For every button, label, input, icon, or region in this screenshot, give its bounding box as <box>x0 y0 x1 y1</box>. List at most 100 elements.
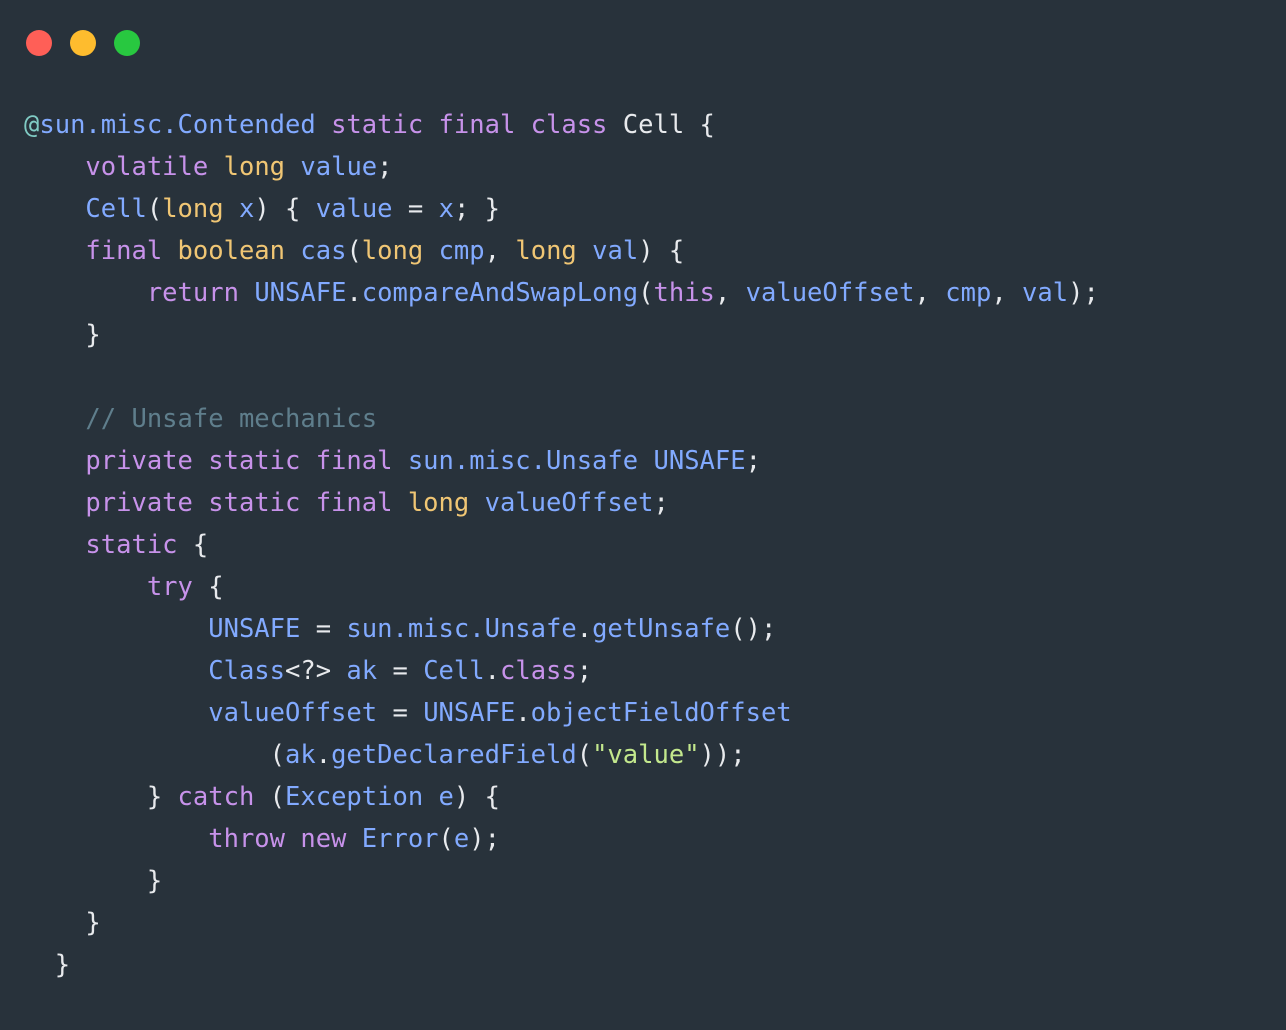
code-token: } <box>24 950 71 980</box>
code-token: ( <box>254 782 286 812</box>
maximize-button[interactable] <box>114 30 140 56</box>
code-token: cmp <box>438 236 485 266</box>
code-token: = <box>300 614 347 644</box>
code-token: getDeclaredField <box>331 740 577 770</box>
code-token: (); <box>730 614 777 644</box>
code-token: e <box>453 824 470 854</box>
close-button[interactable] <box>26 30 52 56</box>
code-line: private static final sun.misc.Unsafe UNS… <box>24 440 1262 482</box>
code-token: ( <box>269 740 285 770</box>
code-snippet-window: @sun.misc.Contended static final class C… <box>0 0 1286 1030</box>
code-token: x <box>238 194 255 224</box>
code-token: ( <box>346 236 362 266</box>
code-token: long <box>162 194 224 224</box>
code-token: { <box>684 110 715 140</box>
code-line: } <box>24 902 1262 944</box>
code-token: e <box>438 782 454 812</box>
code-token: { <box>177 530 209 560</box>
code-token: private static final <box>85 488 393 518</box>
code-token: // Unsafe mechanics <box>85 404 378 434</box>
code-token: } <box>24 782 178 812</box>
code-line: Cell(long x) { value = x; } <box>24 188 1262 230</box>
code-token: cas <box>300 236 347 266</box>
code-line: @sun.misc.Contended static final class C… <box>24 104 1262 146</box>
code-line: try { <box>24 566 1262 608</box>
code-token: = <box>392 194 439 224</box>
code-token: value <box>315 194 393 224</box>
code-token: ) { <box>453 782 500 812</box>
code-token: ( <box>576 740 593 770</box>
code-token: UNSAFE <box>254 278 347 308</box>
code-token: sun.misc.Unsafe <box>346 614 577 644</box>
code-line: (ak.getDeclaredField("value")); <box>24 734 1262 776</box>
code-token: val <box>592 236 639 266</box>
code-line: private static final long valueOffset; <box>24 482 1262 524</box>
code-line: static { <box>24 524 1262 566</box>
code-token: ( <box>146 194 163 224</box>
code-token: this <box>653 278 715 308</box>
code-token: catch <box>177 782 255 812</box>
code-token: ; <box>576 656 593 686</box>
code-line: return UNSAFE.compareAndSwapLong(this, v… <box>24 272 1262 314</box>
code-token: long <box>515 236 577 266</box>
code-token: long <box>407 488 470 518</box>
code-token: ; } <box>453 194 501 224</box>
code-token: Class <box>208 656 285 686</box>
code-line: Class<?> ak = Cell.class; <box>24 650 1262 692</box>
code-token: throw new <box>208 824 347 854</box>
code-token: private static final <box>85 446 393 476</box>
code-line: } <box>24 314 1262 356</box>
code-token: try <box>146 572 193 602</box>
code-token: = <box>377 698 424 728</box>
code-token: Exception <box>285 782 424 812</box>
code-token: final <box>85 236 163 266</box>
code-token: return <box>146 278 239 308</box>
code-token: UNSAFE <box>423 698 516 728</box>
code-line: throw new Error(e); <box>24 818 1262 860</box>
code-token: ; <box>745 446 761 476</box>
code-token: ak <box>346 656 378 686</box>
code-token: ak <box>285 740 316 770</box>
code-token: Cell <box>423 656 485 686</box>
code-token: , <box>991 278 1023 308</box>
code-token: valueOffset <box>745 278 915 308</box>
code-token: long <box>223 152 286 182</box>
code-token: . <box>315 740 332 770</box>
code-token: } <box>24 866 163 896</box>
code-token: Cell <box>622 110 685 140</box>
code-token: , <box>714 278 746 308</box>
minimize-button[interactable] <box>70 30 96 56</box>
code-token: . <box>484 656 500 686</box>
code-token: = <box>377 656 424 686</box>
code-block[interactable]: @sun.misc.Contended static final class C… <box>0 104 1286 986</box>
code-token: )); <box>699 740 746 770</box>
code-token: cmp <box>945 278 992 308</box>
code-token: ) { <box>638 236 685 266</box>
code-token: class <box>499 656 577 686</box>
code-line: volatile long value; <box>24 146 1262 188</box>
code-token: ); <box>469 824 500 854</box>
code-token: @ <box>24 110 40 140</box>
code-token: compareAndSwapLong <box>361 278 639 308</box>
